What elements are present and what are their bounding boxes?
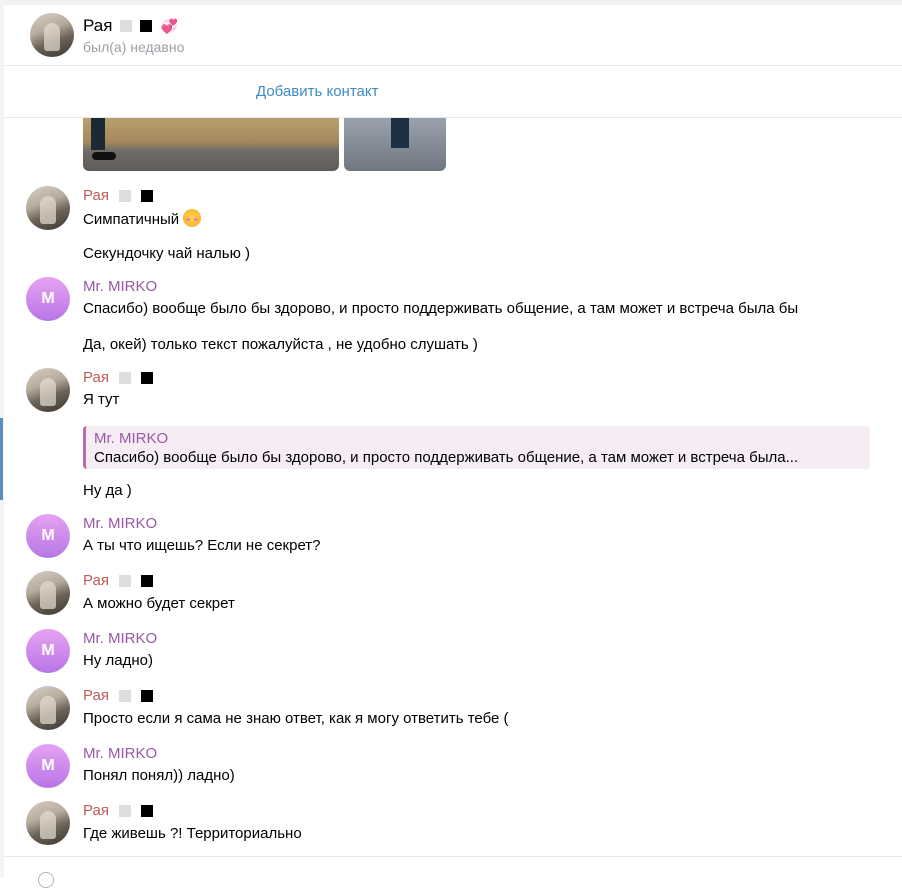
add-contact-bar: Добавить контакт (4, 66, 902, 118)
message-text: Ну да ) (83, 482, 132, 499)
square-black-icon (140, 372, 153, 384)
message-text-content: Симпатичный (83, 211, 180, 228)
photo-thumbnail[interactable] (83, 118, 339, 171)
square-black-icon (140, 690, 153, 702)
sender-name[interactable]: Mr. MIRKO (83, 630, 157, 648)
sender-avatar[interactable] (26, 368, 70, 412)
active-chat-indicator (0, 418, 3, 500)
sender-name[interactable]: Mr. MIRKO (83, 745, 157, 763)
sender-name[interactable]: Рая (83, 369, 153, 387)
message-text: Понял понял)) ладно) (83, 767, 235, 784)
sender-avatar[interactable]: M (26, 277, 70, 321)
square-gray-icon (118, 372, 131, 384)
sender-name[interactable]: Рая (83, 187, 153, 205)
blush-emoji-icon (183, 209, 202, 227)
sender-name-text: Рая (83, 572, 109, 589)
avatar-letter: M (41, 757, 55, 774)
message-text: Секундочку чай налью ) (83, 245, 250, 262)
sender-name[interactable]: Рая (83, 802, 153, 820)
message-text: Спасибо) вообще было бы здорово, и прост… (83, 300, 799, 317)
contact-name-row: Рая 💞 (83, 16, 178, 36)
contact-status: был(а) недавно (83, 39, 185, 55)
sender-name[interactable]: Mr. MIRKO (83, 515, 157, 533)
square-black-icon (140, 190, 153, 202)
contact-avatar[interactable] (30, 13, 74, 57)
message-text: Ну ладно) (83, 652, 153, 669)
sender-avatar[interactable] (26, 686, 70, 730)
attach-icon[interactable] (38, 872, 54, 888)
message-text: А ты что ищешь? Если не секрет? (83, 537, 321, 554)
sender-avatar[interactable]: M (26, 744, 70, 788)
sender-name-text: Рая (83, 687, 109, 704)
avatar-letter: M (41, 642, 55, 659)
square-black-icon (140, 20, 153, 32)
square-black-icon (140, 575, 153, 587)
message-text: Да, окей) только текст пожалуйста , не у… (83, 336, 478, 353)
chat-header[interactable]: Рая 💞 был(а) недавно (4, 5, 902, 66)
add-contact-link[interactable]: Добавить контакт (256, 83, 378, 100)
reply-quote-author: Mr. MIRKO (94, 430, 169, 447)
square-gray-icon (118, 575, 131, 587)
sender-name[interactable]: Mr. MIRKO (83, 278, 157, 296)
sender-avatar[interactable] (26, 571, 70, 615)
square-gray-icon (118, 690, 131, 702)
sender-avatar[interactable]: M (26, 514, 70, 558)
square-gray-icon (120, 20, 133, 32)
heart-icon: 💞 (160, 18, 178, 34)
message-text: Где живешь ?! Территориально (83, 825, 302, 842)
chat-list-edge (0, 0, 4, 877)
sender-name-text: Рая (83, 369, 109, 386)
square-black-icon (140, 805, 153, 817)
sender-avatar[interactable] (26, 801, 70, 845)
message-composer[interactable] (4, 856, 902, 888)
sender-name[interactable]: Рая (83, 572, 153, 590)
photo-thumbnail[interactable] (344, 118, 446, 171)
message-text: Просто если я сама не знаю ответ, как я … (83, 710, 509, 727)
contact-name: Рая (83, 16, 113, 35)
avatar-letter: M (41, 527, 55, 544)
square-gray-icon (118, 190, 131, 202)
message-text: А можно будет секрет (83, 595, 235, 612)
reply-quote-text: Спасибо) вообще было бы здорово, и прост… (94, 449, 799, 466)
sender-name-text: Рая (83, 802, 109, 819)
sender-avatar[interactable] (26, 186, 70, 230)
message-text: Я тут (83, 391, 120, 408)
square-gray-icon (118, 805, 131, 817)
reply-quote[interactable]: Mr. MIRKO Спасибо) вообще было бы здоров… (83, 426, 870, 469)
sender-name[interactable]: Рая (83, 687, 153, 705)
sender-name-text: Рая (83, 187, 109, 204)
sender-avatar[interactable]: M (26, 629, 70, 673)
avatar-letter: M (41, 290, 55, 307)
message-text: Симпатичный (83, 209, 202, 229)
